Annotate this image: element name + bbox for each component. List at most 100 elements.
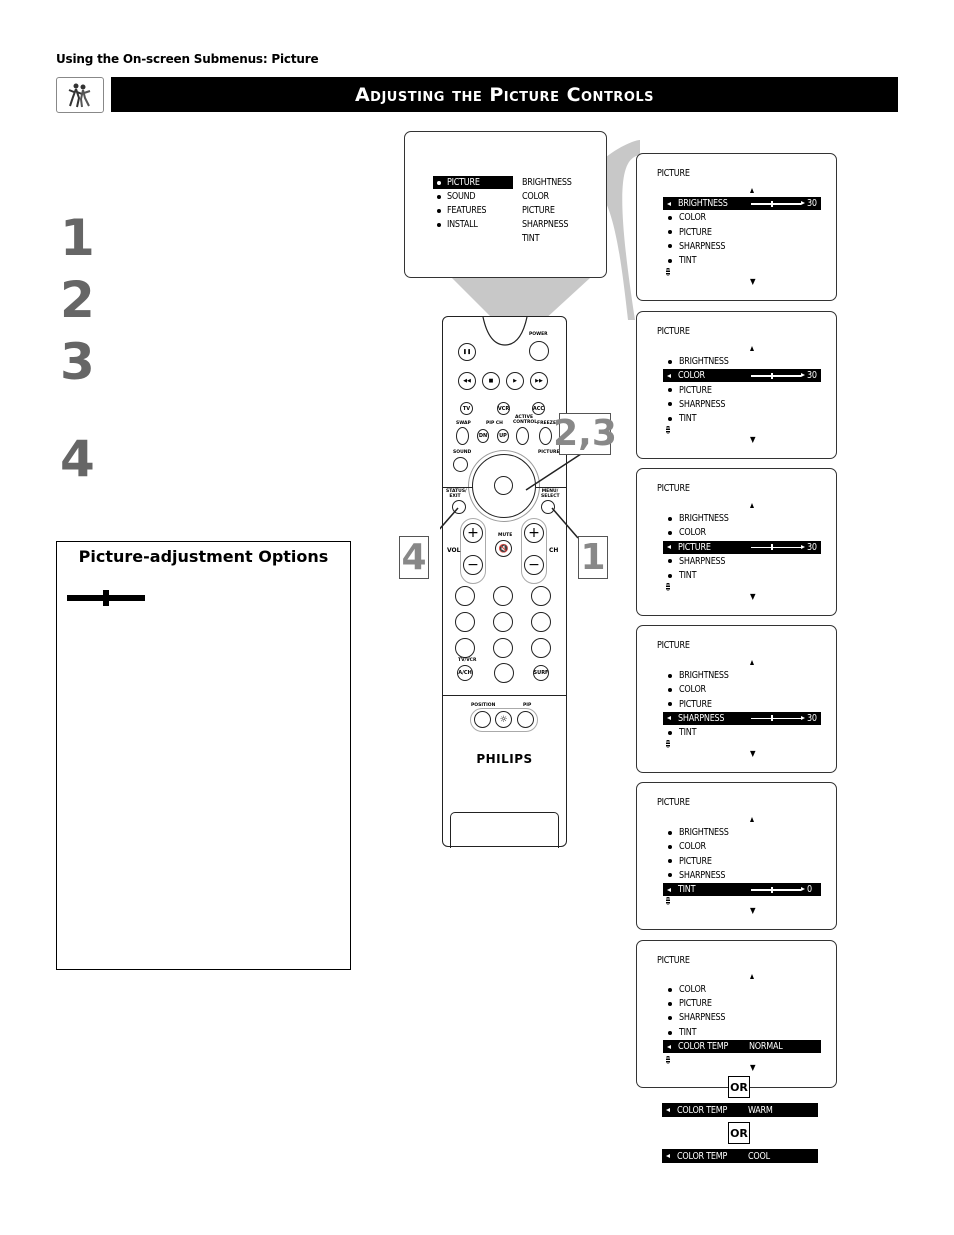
- surf-button[interactable]: SURF: [533, 665, 549, 681]
- power-label: POWER: [529, 332, 548, 337]
- menu-row[interactable]: PICTURE: [663, 384, 821, 397]
- philips-logo: PHILIPS: [476, 752, 533, 766]
- menu-item-install[interactable]: INSTALL: [433, 218, 513, 231]
- menu-row[interactable]: PICTURE: [663, 997, 821, 1010]
- rewind-button[interactable]: ◀◀: [458, 372, 476, 390]
- bullet-icon: [668, 873, 672, 878]
- picture-screen: PICTURE BRIGHTNESS COLOR PICTURE 30 SHAR…: [636, 468, 837, 616]
- menu-row[interactable]: SHARPNESS: [663, 1011, 821, 1024]
- pip-position-button[interactable]: [474, 711, 491, 728]
- number-9-button[interactable]: [531, 638, 551, 658]
- value-slider[interactable]: [751, 887, 805, 892]
- section-label: Using the On-screen Submenus: Picture: [56, 52, 319, 66]
- menu-row[interactable]: PICTURE: [663, 226, 821, 239]
- menu-row[interactable]: COLOR: [663, 211, 821, 224]
- menu-row-selected[interactable]: SHARPNESS 30: [663, 711, 821, 725]
- tv-button[interactable]: TV: [460, 402, 473, 415]
- pip-button[interactable]: [517, 711, 534, 728]
- bullet-icon: [668, 244, 672, 249]
- menu-row[interactable]: TINT: [663, 412, 821, 425]
- bullet-icon: [668, 702, 672, 707]
- menu-row[interactable]: TINT: [663, 569, 821, 582]
- number-4-button[interactable]: [455, 612, 475, 632]
- more-items-icon: [666, 583, 670, 591]
- bullet-icon: [668, 573, 672, 578]
- picture-screen: PICTURE BRIGHTNESS COLOR 30 PICTURE SHAR…: [636, 311, 837, 459]
- play-button[interactable]: ▶: [506, 372, 524, 390]
- left-arrow-icon: [667, 373, 671, 378]
- menu-row[interactable]: TINT: [663, 1026, 821, 1039]
- more-items-icon: [666, 897, 670, 905]
- scroll-down-icon: ▼: [750, 749, 756, 758]
- menu-row[interactable]: PICTURE: [663, 698, 821, 711]
- menu-row[interactable]: SHARPNESS: [663, 869, 821, 882]
- bullet-icon: [668, 844, 672, 849]
- light-icon[interactable]: ☼: [495, 711, 512, 728]
- left-arrow-icon: [667, 201, 671, 206]
- menu-row[interactable]: SHARPNESS: [663, 240, 821, 253]
- screen-title: PICTURE: [657, 326, 690, 337]
- menu-row[interactable]: TINT: [663, 254, 821, 267]
- pause-button[interactable]: ❚❚: [458, 343, 476, 361]
- menu-item-features[interactable]: FEATURES: [433, 204, 513, 217]
- menu-row[interactable]: BRIGHTNESS: [663, 355, 821, 368]
- menu-row-selected[interactable]: PICTURE 30: [663, 540, 821, 554]
- bullet-icon: [668, 687, 672, 692]
- scroll-up-icon: [750, 346, 754, 351]
- menu-item-picture[interactable]: PICTURE: [433, 176, 513, 189]
- color-temp-option-cool[interactable]: COLOR TEMP COOL: [662, 1149, 818, 1163]
- menu-row[interactable]: COLOR: [663, 526, 821, 539]
- number-6-button[interactable]: [531, 612, 551, 632]
- number-8-button[interactable]: [493, 638, 513, 658]
- vcr-button[interactable]: VCR: [497, 402, 510, 415]
- bullet-icon: [668, 230, 672, 235]
- scroll-up-icon: [750, 503, 754, 508]
- menu-item-sound[interactable]: SOUND: [433, 190, 513, 203]
- main-menu-screen: PICTURE SOUND FEATURES INSTALL BRIGHTNES…: [404, 131, 607, 278]
- bullet-icon: [668, 388, 672, 393]
- menu-row[interactable]: SHARPNESS: [663, 398, 821, 411]
- fast-forward-button[interactable]: ▶▶: [530, 372, 548, 390]
- number-5-button[interactable]: [493, 612, 513, 632]
- menu-row[interactable]: COLOR: [663, 983, 821, 996]
- value-slider[interactable]: [751, 716, 805, 721]
- menu-row[interactable]: SHARPNESS: [663, 555, 821, 568]
- more-items-icon: [666, 740, 670, 748]
- number-0-button[interactable]: [494, 663, 514, 683]
- page-title: Adjusting the Picture Controls: [111, 77, 898, 112]
- bullet-icon: [668, 859, 672, 864]
- picture-screen: PICTURE BRIGHTNESS COLOR PICTURE SHARPNE…: [636, 625, 837, 773]
- value-slider[interactable]: [751, 201, 805, 206]
- slider-value: 30: [807, 370, 817, 382]
- menu-row[interactable]: PICTURE: [663, 855, 821, 868]
- value-slider[interactable]: [751, 373, 805, 378]
- acc-button[interactable]: ACC: [532, 402, 545, 415]
- bullet-icon: [668, 516, 672, 521]
- left-arrow-icon: [667, 716, 671, 721]
- menu-row-selected[interactable]: COLOR 30: [663, 369, 821, 383]
- menu-row-selected[interactable]: TINT 0: [663, 883, 821, 897]
- menu-row[interactable]: BRIGHTNESS: [663, 669, 821, 682]
- menu-row[interactable]: BRIGHTNESS: [663, 512, 821, 525]
- active-control-label: ACTIVE CONTROL: [513, 415, 538, 425]
- power-button[interactable]: [529, 341, 549, 361]
- number-7-button[interactable]: [455, 638, 475, 658]
- left-arrow-icon: [667, 545, 671, 550]
- screen-title: PICTURE: [657, 955, 690, 966]
- color-temp-option-warm[interactable]: COLOR TEMP WARM: [662, 1103, 818, 1117]
- bullet-icon: [668, 416, 672, 421]
- submenu-item: PICTURE: [522, 205, 555, 216]
- pip-ch-label: PIP CH: [486, 421, 503, 426]
- menu-row[interactable]: BRIGHTNESS: [663, 826, 821, 839]
- value-slider[interactable]: [751, 544, 805, 550]
- a-ch-button[interactable]: A/CH: [457, 665, 473, 681]
- slider-value: 30: [807, 541, 817, 553]
- stop-button[interactable]: ■: [482, 372, 500, 390]
- options-title: Picture-adjustment Options: [78, 547, 329, 566]
- color-temp-screen: PICTURE COLOR PICTURE SHARPNESS TINT COL…: [636, 940, 837, 1088]
- menu-row[interactable]: COLOR: [663, 683, 821, 696]
- menu-row-selected[interactable]: BRIGHTNESS 30: [663, 197, 821, 210]
- menu-row[interactable]: TINT: [663, 726, 821, 739]
- color-temp-row-selected[interactable]: COLOR TEMP NORMAL: [663, 1040, 821, 1053]
- menu-row[interactable]: COLOR: [663, 840, 821, 853]
